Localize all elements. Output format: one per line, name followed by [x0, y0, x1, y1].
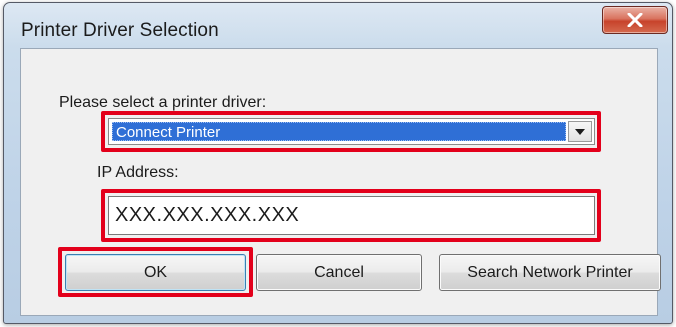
dialog-body: Please select a printer driver: Connect … — [20, 48, 661, 316]
printer-driver-select[interactable]: Connect Printer — [108, 118, 595, 145]
close-button[interactable] — [602, 6, 668, 34]
cancel-button[interactable]: Cancel — [256, 254, 422, 291]
ip-address-input[interactable] — [108, 196, 595, 235]
chevron-down-icon — [575, 128, 585, 135]
ok-button[interactable]: OK — [65, 254, 246, 291]
dialog-window: Printer Driver Selection Please select a… — [3, 2, 673, 324]
window-title: Printer Driver Selection — [21, 20, 219, 41]
close-icon — [627, 13, 643, 27]
driver-label: Please select a printer driver: — [59, 94, 267, 111]
dropdown-button[interactable] — [568, 121, 592, 142]
title-bar[interactable]: Printer Driver Selection — [4, 3, 672, 47]
search-network-printer-button[interactable]: Search Network Printer — [439, 254, 661, 291]
printer-driver-selected: Connect Printer — [112, 122, 566, 141]
ip-address-label: IP Address: — [97, 164, 179, 181]
